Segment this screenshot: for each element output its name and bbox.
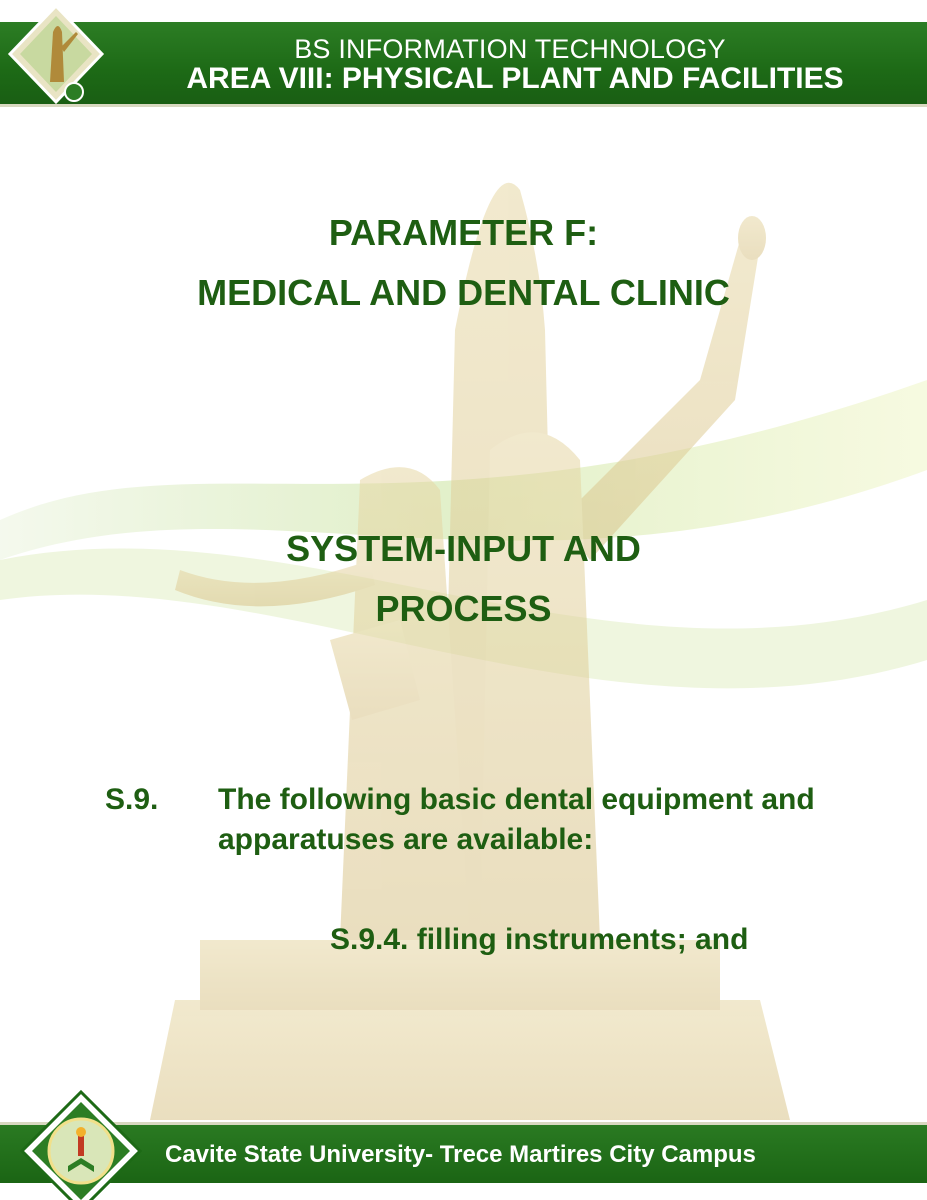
parameter-name-heading: MEDICAL AND DENTAL CLINIC [197,272,730,313]
section-heading-line2: PROCESS [375,588,552,629]
standard-number: S.9. [105,783,159,816]
standard-sub-item: S.9.4. filling instruments; and [330,923,749,956]
area-title: AREA VIII: PHYSICAL PLANT AND FACILITIES [186,62,844,95]
header-banner: BS INFORMATION TECHNOLOGY AREA VIII: PHY… [0,22,927,107]
statue-emblem-icon [7,3,105,105]
page: BS INFORMATION TECHNOLOGY AREA VIII: PHY… [0,0,927,1200]
campus-name: Cavite State University- Trece Martires … [165,1141,756,1168]
program-title: BS INFORMATION TECHNOLOGY [294,34,726,64]
standard-text: The following basic dental equipment and… [218,783,815,856]
parameter-heading: PARAMETER F: [328,212,599,253]
university-seal-icon [19,1089,143,1200]
section-heading-line1: SYSTEM-INPUT AND [286,528,641,569]
